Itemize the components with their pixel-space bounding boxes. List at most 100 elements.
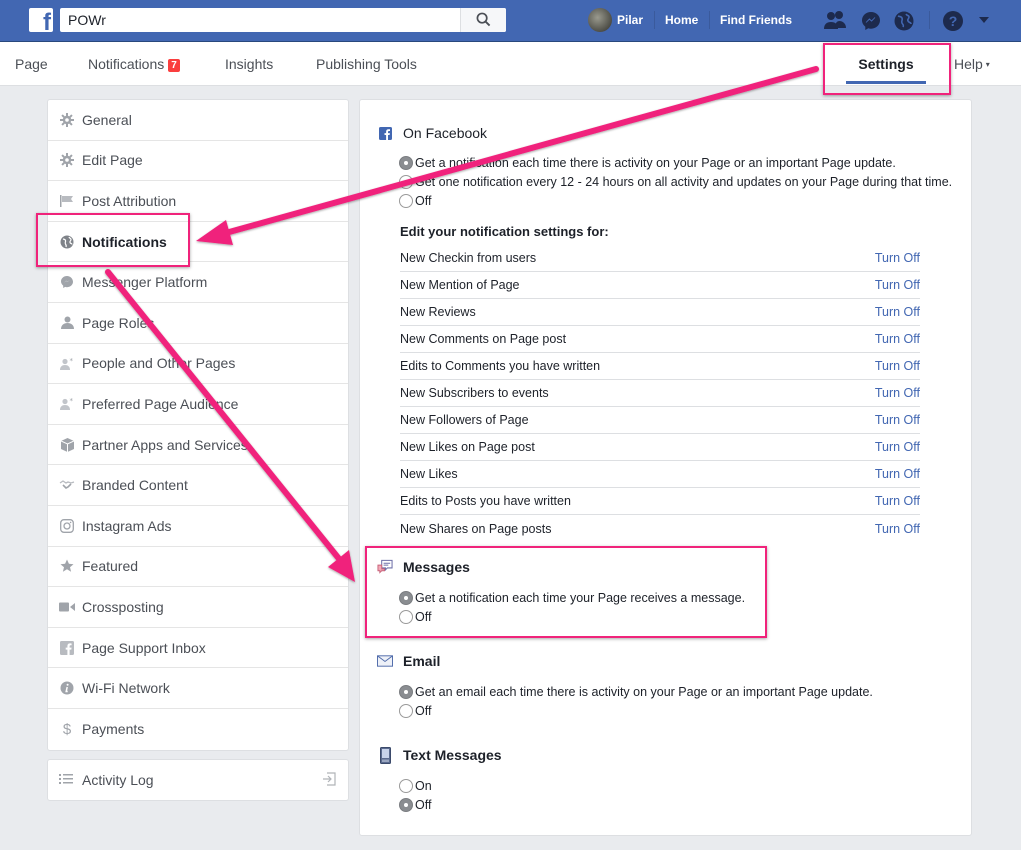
activity-log-label: Activity Log [82,772,154,788]
radio-email-notify[interactable]: Get an email each time there is activity… [399,682,873,701]
radio-button[interactable] [399,155,413,170]
sidebar-item-label: Instagram Ads [82,517,172,534]
radio-button[interactable] [399,193,413,208]
cube-icon [59,437,75,453]
search-box [60,8,506,32]
notification-type-label: New Followers of Page [400,413,529,427]
tab-help[interactable]: Help ▾ [954,56,990,72]
notification-type-row: New Comments on Page post Turn Off [400,326,920,353]
turn-off-link[interactable]: Turn Off [875,251,920,265]
radio-label: Off [415,703,432,718]
notification-type-row: Edits to Comments you have written Turn O… [400,353,920,380]
search-input[interactable] [60,8,460,32]
messenger-icon [59,274,75,290]
tab-help-label: Help [954,56,983,72]
turn-off-link[interactable]: Turn Off [875,332,920,346]
find-friends-link[interactable]: Find Friends [720,13,792,27]
radio-sms-off[interactable]: Off [399,795,431,814]
radio-button[interactable] [399,609,413,624]
gear-icon [59,112,75,128]
turn-off-link[interactable]: Turn Off [875,522,920,536]
sidebar-item-page-support-inbox[interactable]: Page Support Inbox [48,628,348,669]
tab-notifications[interactable]: Notifications 7 [88,56,180,72]
envelope-icon [377,653,393,669]
video-camera-icon [59,599,75,615]
settings-sidebar: General Edit Page Post Attribution Notifica… [47,99,349,751]
radio-sms-on[interactable]: On [399,776,432,795]
sidebar-item-featured[interactable]: Featured [48,547,348,588]
radio-label: Get a notification each time there is ac… [415,155,896,170]
tab-insights[interactable]: Insights [225,56,273,72]
sidebar-item-notifications[interactable]: Notifications [48,222,348,263]
radio-each-activity[interactable]: Get a notification each time there is ac… [399,153,896,172]
turn-off-link[interactable]: Turn Off [875,413,920,427]
sidebar-item-payments[interactable]: $ Payments [48,709,348,750]
turn-off-link[interactable]: Turn Off [875,494,920,508]
turn-off-link[interactable]: Turn Off [875,305,920,319]
facebook-logo-glyph: f [43,9,51,33]
sidebar-item-general[interactable]: General [48,100,348,141]
friend-requests-icon[interactable] [823,10,847,32]
sidebar-item-label: Edit Page [82,152,143,169]
home-link[interactable]: Home [665,13,698,27]
divider [709,11,710,29]
globe-notifications-icon[interactable] [893,10,915,32]
section-title: On Facebook [403,125,488,141]
radio-button[interactable] [399,590,413,605]
mobile-phone-icon [377,746,393,764]
sidebar-item-branded-content[interactable]: Branded Content [48,465,348,506]
person-icon [59,315,75,331]
turn-off-link[interactable]: Turn Off [875,278,920,292]
globe-icon [59,234,75,250]
sidebar-item-label: Branded Content [82,477,188,494]
help-icon[interactable]: ? [942,10,964,32]
account-menu-caret-icon[interactable] [978,16,990,24]
radio-facebook-off[interactable]: Off [399,191,431,210]
radio-email-off[interactable]: Off [399,701,431,720]
active-tab-indicator [846,81,926,84]
turn-off-link[interactable]: Turn Off [875,467,920,481]
turn-off-link[interactable]: Turn Off [875,359,920,373]
svg-text:*: * [69,357,73,365]
sidebar-item-edit-page[interactable]: Edit Page [48,141,348,182]
sidebar-item-partner-apps-and-services[interactable]: Partner Apps and Services [48,425,348,466]
turn-off-link[interactable]: Turn Off [875,386,920,400]
notification-type-row: New Subscribers to events Turn Off [400,380,920,407]
radio-messages-off[interactable]: Off [399,607,431,626]
radio-button[interactable] [399,703,413,718]
profile-link[interactable]: Pilar [617,13,643,27]
search-button[interactable] [460,8,506,32]
radio-button[interactable] [399,174,413,189]
notification-settings-panel: On Facebook Get a notification each time… [359,99,972,836]
radio-button[interactable] [399,778,413,793]
sidebar-item-crossposting[interactable]: Crossposting [48,587,348,628]
sidebar-item-preferred-page-audience[interactable]: * Preferred Page Audience [48,384,348,425]
activity-log-button[interactable]: Activity Log [47,759,349,801]
sidebar-item-page-roles[interactable]: Page Roles [48,303,348,344]
sidebar-item-people-and-other-pages[interactable]: * People and Other Pages [48,344,348,385]
notification-type-row: New Checkin from users Turn Off [400,245,920,272]
section-text-messages: Text Messages [377,746,502,764]
section-title: Email [403,653,441,669]
radio-label: Off [415,193,432,208]
facebook-logo[interactable]: f [29,8,53,32]
sidebar-item-label: Notifications [82,233,167,250]
tab-settings[interactable]: Settings [838,42,934,86]
radio-button[interactable] [399,797,413,812]
radio-message-notify[interactable]: Get a notification each time your Page r… [399,588,745,607]
sidebar-item-wi-fi-network[interactable]: Wi-Fi Network [48,668,348,709]
tab-publishing-tools[interactable]: Publishing Tools [316,56,417,72]
search-icon [476,12,491,27]
messenger-icon[interactable] [860,10,882,32]
notification-type-row: New Shares on Page posts Turn Off [400,515,920,542]
sidebar-item-messenger-platform[interactable]: Messenger Platform [48,262,348,303]
sidebar-item-post-attribution[interactable]: Post Attribution [48,181,348,222]
turn-off-link[interactable]: Turn Off [875,440,920,454]
sidebar-item-label: Post Attribution [82,192,177,209]
radio-digest[interactable]: Get one notification every 12 - 24 hours… [399,172,952,191]
notification-type-row: Edits to Posts you have written Turn Off [400,488,920,515]
tab-page[interactable]: Page [15,56,48,72]
radio-button[interactable] [399,684,413,699]
avatar[interactable] [588,8,612,32]
sidebar-item-instagram-ads[interactable]: Instagram Ads [48,506,348,547]
